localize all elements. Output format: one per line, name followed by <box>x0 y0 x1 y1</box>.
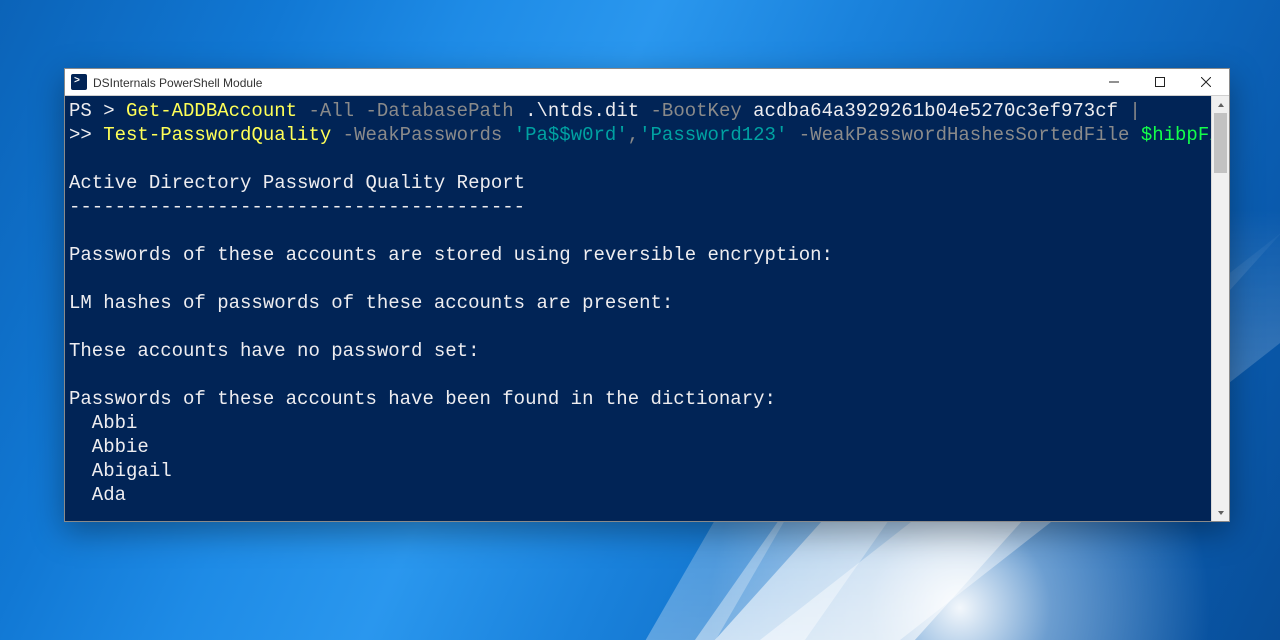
account-name: Abbie <box>69 436 149 458</box>
scroll-down-button[interactable] <box>1212 504 1229 521</box>
window-client-area: PS > Get-ADDBAccount -All -DatabasePath … <box>65 96 1229 521</box>
desktop-background: DSInternals PowerShell Module PS > Get-A… <box>0 0 1280 640</box>
prompt: PS > <box>69 100 126 122</box>
account-name: Ada <box>69 484 126 506</box>
scrollbar-thumb[interactable] <box>1214 113 1227 173</box>
minimize-button[interactable] <box>1091 69 1137 95</box>
vertical-scrollbar[interactable] <box>1211 96 1229 521</box>
scroll-up-button[interactable] <box>1212 96 1229 113</box>
close-button[interactable] <box>1183 69 1229 95</box>
param-bootkey: -BootKey <box>639 100 742 122</box>
powershell-icon <box>71 74 87 90</box>
variable: $hibpFile <box>1129 124 1211 146</box>
comma: , <box>628 124 639 146</box>
arg-bootkey: acdba64a3929261b04e5270c3ef973cf <box>742 100 1130 122</box>
string-literal: 'Pa$$w0rd' <box>502 124 627 146</box>
param-databasepath: -DatabasePath <box>354 100 514 122</box>
section-dictionary: Passwords of these accounts have been fo… <box>69 388 776 410</box>
string-literal: 'Password123' <box>639 124 787 146</box>
continuation-prompt: >> <box>69 124 103 146</box>
section-no-password: These accounts have no password set: <box>69 340 479 362</box>
param-weakpasswordhashessortedfile: -WeakPasswordHashesSortedFile <box>787 124 1129 146</box>
pipe-operator: | <box>1129 100 1140 122</box>
console-output[interactable]: PS > Get-ADDBAccount -All -DatabasePath … <box>65 96 1211 521</box>
report-title: Active Directory Password Quality Report <box>69 172 525 194</box>
cmdlet: Test-PasswordQuality <box>103 124 331 146</box>
account-name: Abbi <box>69 412 137 434</box>
section-lm-hashes: LM hashes of passwords of these accounts… <box>69 292 673 314</box>
cmdlet: Get-ADDBAccount <box>126 100 297 122</box>
param-all: -All <box>297 100 354 122</box>
window-titlebar[interactable]: DSInternals PowerShell Module <box>65 69 1229 96</box>
param-weakpasswords: -WeakPasswords <box>331 124 502 146</box>
section-reversible-encryption: Passwords of these accounts are stored u… <box>69 244 833 266</box>
report-rule: ---------------------------------------- <box>69 196 525 218</box>
powershell-window: DSInternals PowerShell Module PS > Get-A… <box>64 68 1230 522</box>
account-name: Abigail <box>69 460 172 482</box>
maximize-button[interactable] <box>1137 69 1183 95</box>
arg-databasepath: .\ntds.dit <box>514 100 639 122</box>
window-title: DSInternals PowerShell Module <box>93 75 1091 90</box>
